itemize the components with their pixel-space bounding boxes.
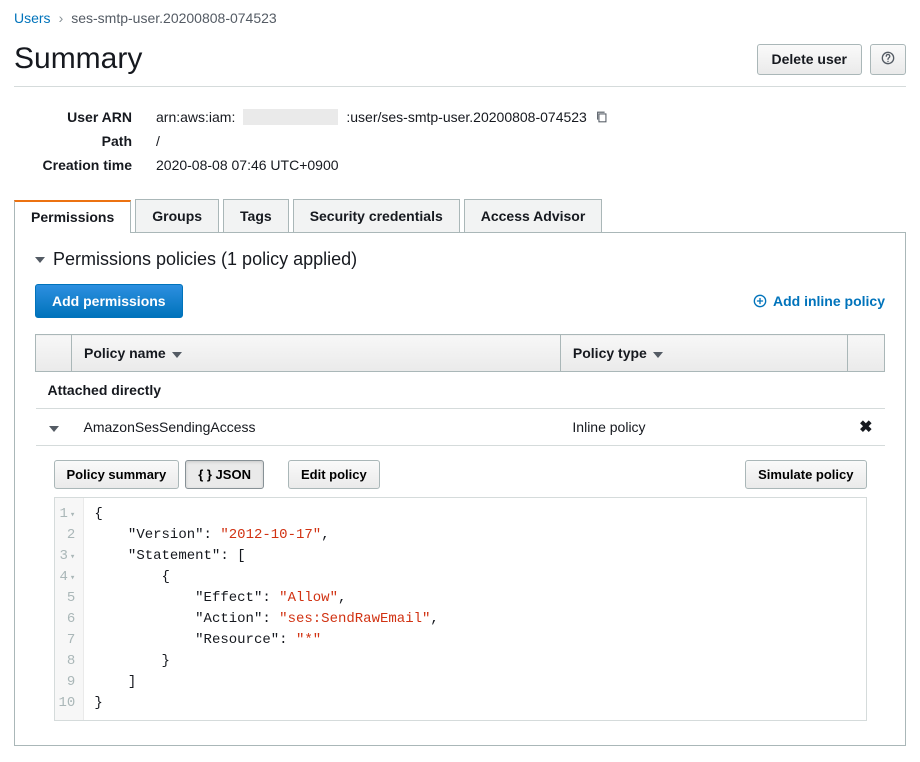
page-title: Summary <box>14 42 142 76</box>
add-permissions-button[interactable]: Add permissions <box>35 284 183 318</box>
col-policy-name[interactable]: Policy name <box>72 335 561 372</box>
creation-time-value: 2020-08-08 07:46 UTC+0900 <box>156 157 339 173</box>
tab-groups[interactable]: Groups <box>135 199 219 232</box>
permissions-section-title: Permissions policies (1 policy applied) <box>53 249 357 270</box>
expand-caret-icon[interactable] <box>49 426 59 432</box>
delete-user-button[interactable]: Delete user <box>757 44 862 75</box>
path-value: / <box>156 133 160 149</box>
plus-circle-icon <box>753 294 767 308</box>
user-arn-label: User ARN <box>26 109 156 125</box>
breadcrumb-separator: › <box>59 10 64 26</box>
sort-caret-icon <box>653 352 663 358</box>
help-button[interactable] <box>870 44 906 75</box>
remove-policy-icon[interactable]: ✖ <box>859 419 872 436</box>
tab-access-advisor[interactable]: Access Advisor <box>464 199 603 232</box>
tab-permissions[interactable]: Permissions <box>14 200 131 233</box>
policy-name-cell[interactable]: AmazonSesSendingAccess <box>72 409 561 446</box>
policy-type-cell: Inline policy <box>560 409 847 446</box>
col-expand <box>36 335 72 372</box>
arn-prefix: arn:aws:iam: <box>156 109 235 125</box>
arn-redacted <box>243 109 338 125</box>
policies-table: Policy name Policy type Attached directl… <box>35 334 885 725</box>
sort-caret-icon <box>172 352 182 358</box>
add-inline-policy-link[interactable]: Add inline policy <box>753 293 885 309</box>
policy-detail-row: Policy summary { } JSON Edit policy Simu… <box>36 446 885 726</box>
json-editor: 12345678910 { "Version": "2012-10-17", "… <box>54 497 867 721</box>
add-inline-label: Add inline policy <box>773 293 885 309</box>
col-remove <box>847 335 884 372</box>
tab-tags[interactable]: Tags <box>223 199 289 232</box>
copy-icon[interactable] <box>595 110 609 124</box>
breadcrumb: Users › ses-smtp-user.20200808-074523 <box>14 10 906 26</box>
category-row: Attached directly <box>36 372 885 409</box>
caret-down-icon <box>35 257 45 263</box>
policy-summary-button[interactable]: Policy summary <box>54 460 180 489</box>
tabs-bar: Permissions Groups Tags Security credent… <box>14 199 906 233</box>
json-button[interactable]: { } JSON <box>185 460 264 489</box>
tab-security-credentials[interactable]: Security credentials <box>293 199 460 232</box>
edit-policy-button[interactable]: Edit policy <box>288 460 380 489</box>
breadcrumb-current: ses-smtp-user.20200808-074523 <box>71 10 276 26</box>
category-label: Attached directly <box>36 372 885 409</box>
arn-suffix: :user/ses-smtp-user.20200808-074523 <box>346 109 586 125</box>
permissions-section-header[interactable]: Permissions policies (1 policy applied) <box>35 249 885 270</box>
editor-gutter: 12345678910 <box>55 498 85 720</box>
policy-row: AmazonSesSendingAccess Inline policy ✖ <box>36 409 885 446</box>
path-label: Path <box>26 133 156 149</box>
simulate-policy-button[interactable]: Simulate policy <box>745 460 866 489</box>
user-arn-value: arn:aws:iam: :user/ses-smtp-user.20200808… <box>156 109 609 125</box>
breadcrumb-users-link[interactable]: Users <box>14 10 51 26</box>
col-policy-type[interactable]: Policy type <box>560 335 847 372</box>
editor-code[interactable]: { "Version": "2012-10-17", "Statement": … <box>84 498 449 720</box>
creation-time-label: Creation time <box>26 157 156 173</box>
help-icon <box>881 51 895 65</box>
